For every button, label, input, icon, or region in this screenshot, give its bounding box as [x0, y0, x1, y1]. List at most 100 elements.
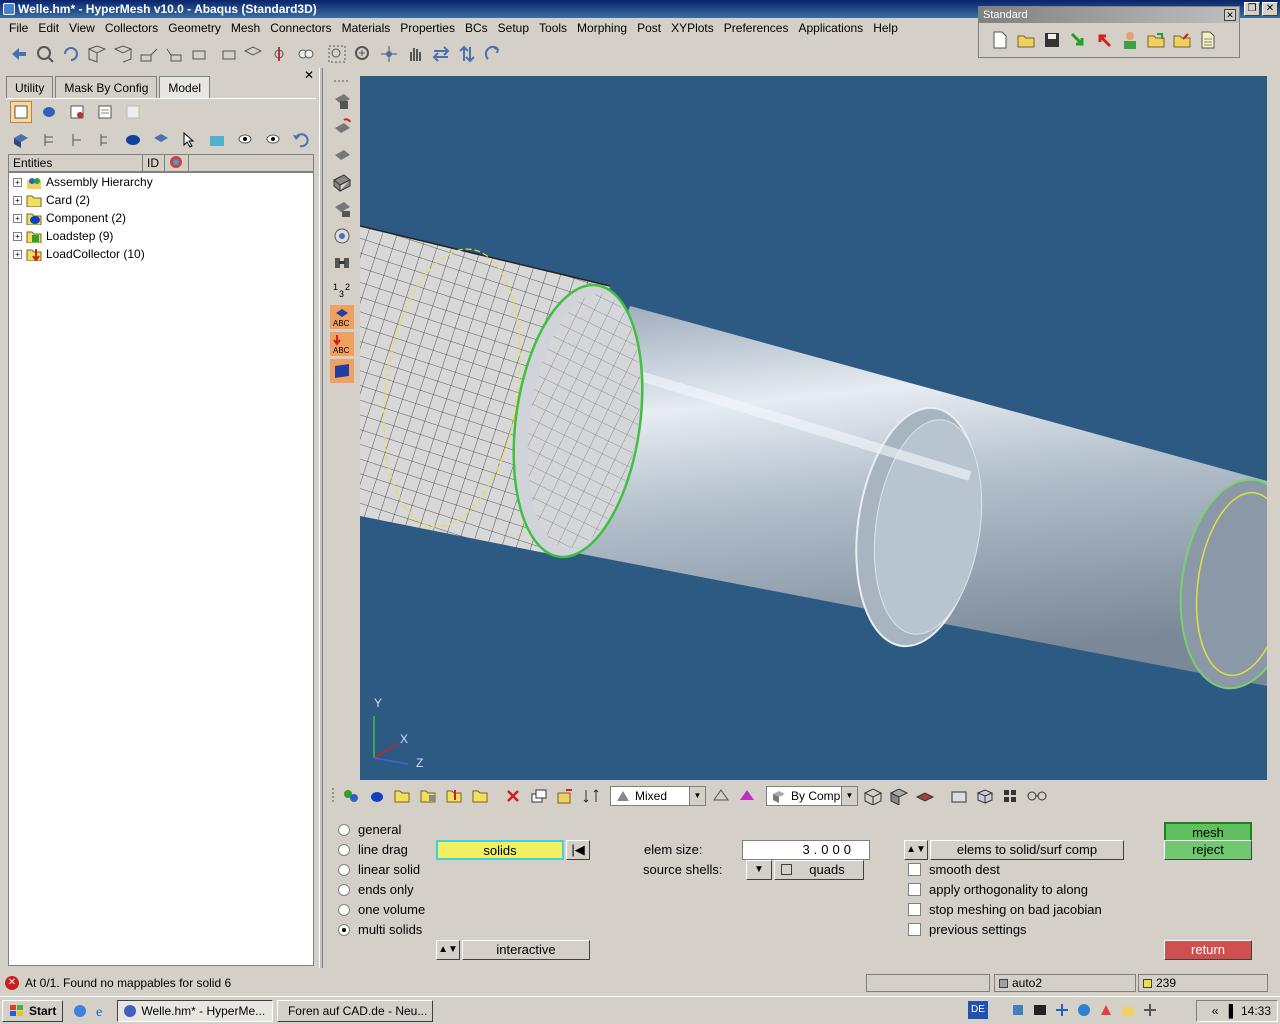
view-top-icon[interactable] [190, 43, 212, 65]
rotate-icon[interactable] [60, 43, 82, 65]
return-button[interactable]: return [1164, 940, 1252, 960]
shaded-elements-icon[interactable] [888, 785, 910, 807]
radio-button-icon[interactable] [338, 883, 350, 896]
wireframe-display-icon[interactable] [150, 129, 172, 151]
loads-icon[interactable] [444, 785, 466, 807]
radio-button-icon[interactable] [338, 863, 350, 876]
comp-option-button[interactable]: elems to solid/surf comp [930, 840, 1124, 860]
tree-item-card[interactable]: + Card (2) [9, 191, 313, 209]
updown-toggle-icon[interactable]: ▲▼ [436, 940, 460, 960]
shell-mesh-icon[interactable] [330, 143, 354, 167]
tray-app-icon[interactable] [1098, 1001, 1114, 1019]
radio-ends-only[interactable]: ends only [338, 882, 414, 897]
tray-move-icon[interactable] [1142, 1001, 1158, 1019]
menu-morphing[interactable]: Morphing [572, 21, 632, 35]
checkbox-icon[interactable] [908, 903, 921, 916]
save-icon[interactable] [1041, 29, 1063, 51]
menu-preferences[interactable]: Preferences [719, 21, 794, 35]
tray-folder-icon[interactable] [1120, 1001, 1136, 1019]
back-arrow-icon[interactable] [8, 43, 30, 65]
comp-option-toggle-icon[interactable]: ▲▼ [904, 840, 928, 860]
tree-item-loadstep[interactable]: + Loadstep (9) [9, 227, 313, 245]
tray-expand-icon[interactable]: « [1212, 1004, 1219, 1018]
view-iso-icon[interactable] [242, 43, 264, 65]
shaded-display-icon[interactable] [122, 129, 144, 151]
radio-button-icon[interactable] [338, 843, 350, 856]
radio-line-drag[interactable]: line drag [338, 842, 408, 857]
menu-properties[interactable]: Properties [395, 21, 460, 35]
clip-icon[interactable] [268, 43, 290, 65]
menu-mesh[interactable]: Mesh [226, 21, 265, 35]
tree-item-assembly-hierarchy[interactable]: + Assembly Hierarchy [9, 173, 313, 191]
radio-general[interactable]: general [338, 822, 401, 837]
radio-multi-solids[interactable]: multi solids [338, 922, 422, 937]
center-icon[interactable] [378, 43, 400, 65]
reject-button[interactable]: reject [1164, 840, 1252, 860]
assemblies-icon[interactable] [340, 785, 362, 807]
mesh-button[interactable]: mesh [1164, 822, 1252, 842]
graphics-viewport[interactable]: Y X Z [360, 76, 1267, 780]
flip-horizontal-icon[interactable] [430, 43, 452, 65]
view-left-icon[interactable] [138, 43, 160, 65]
interactive-button[interactable]: interactive [462, 940, 590, 960]
show-only-icon[interactable] [262, 129, 284, 151]
calculator-icon[interactable] [206, 129, 228, 151]
menu-post[interactable]: Post [632, 21, 666, 35]
component-view-icon[interactable] [10, 101, 32, 123]
show-hide-icon[interactable] [234, 129, 256, 151]
duplicate-icon[interactable] [528, 785, 550, 807]
assembly-view-icon[interactable] [38, 101, 60, 123]
user-profile-icon[interactable] [1119, 29, 1141, 51]
comp-label-icon[interactable]: ABC [330, 305, 354, 329]
camera-icon[interactable] [330, 224, 354, 248]
tab-mask-by-config[interactable]: Mask By Config [55, 76, 158, 98]
restore-button[interactable]: ❐ [1244, 2, 1260, 16]
delete-x-icon[interactable] [502, 785, 524, 807]
transparency-icon[interactable] [710, 785, 732, 807]
menu-setup[interactable]: Setup [493, 21, 534, 35]
menu-tools[interactable]: Tools [534, 21, 572, 35]
find-icon[interactable] [294, 43, 316, 65]
close-button[interactable]: ✕ [1262, 2, 1278, 16]
pan-hand-icon[interactable] [404, 43, 426, 65]
zoom-window-icon[interactable] [326, 43, 348, 65]
iso-view-icon[interactable] [974, 785, 996, 807]
entities-column-header[interactable]: Entities [9, 155, 143, 171]
open-model-icon[interactable] [1145, 29, 1167, 51]
surface-label-icon[interactable] [330, 359, 354, 383]
menu-collectors[interactable]: Collectors [100, 21, 163, 35]
flip-vertical-icon[interactable] [456, 43, 478, 65]
view-bottom-icon[interactable] [216, 43, 238, 65]
materials-icon[interactable] [418, 785, 440, 807]
loadsteps-icon[interactable] [470, 785, 492, 807]
solids-selector[interactable]: solids [436, 840, 564, 860]
tray-network-icon[interactable] [1010, 1001, 1026, 1019]
task-hypermesh[interactable]: Welle.hm* - HyperMe... [117, 999, 274, 1022]
filter-tree-icon[interactable] [94, 129, 116, 151]
menu-applications[interactable]: Applications [793, 21, 868, 35]
checkbox-icon[interactable] [908, 883, 921, 896]
checkbox-apply-orthogonality-to-along[interactable]: apply orthogonality to along [908, 882, 1088, 897]
glasses-icon[interactable] [1026, 785, 1048, 807]
mesh-edit-icon[interactable] [330, 197, 354, 221]
task-firefox[interactable]: Foren auf CAD.de - Neu... [277, 999, 434, 1022]
menu-materials[interactable]: Materials [337, 21, 396, 35]
menu-view[interactable]: View [64, 21, 100, 35]
tray-cmd-icon[interactable] [1032, 1001, 1048, 1019]
isolate-icon[interactable] [10, 129, 32, 151]
expand-icon[interactable]: + [13, 177, 22, 187]
tray-globe-icon[interactable] [1076, 1001, 1092, 1019]
components-icon[interactable] [366, 785, 388, 807]
tab-utility[interactable]: Utility [6, 76, 54, 98]
menu-edit[interactable]: Edit [33, 21, 64, 35]
material-view-icon[interactable] [94, 101, 116, 123]
grid-view-icon[interactable] [1000, 785, 1022, 807]
expand-icon[interactable]: + [13, 213, 22, 223]
standard-toolbar-close-icon[interactable]: ✕ [1224, 9, 1236, 21]
tray-sync-icon[interactable] [1054, 1001, 1070, 1019]
save-model-icon[interactable] [1171, 29, 1193, 51]
load-label-icon[interactable]: ABC [330, 332, 354, 356]
tree-item-component[interactable]: + Component (2) [9, 209, 313, 227]
undo-icon[interactable] [290, 129, 312, 151]
organize-icon[interactable] [554, 785, 576, 807]
